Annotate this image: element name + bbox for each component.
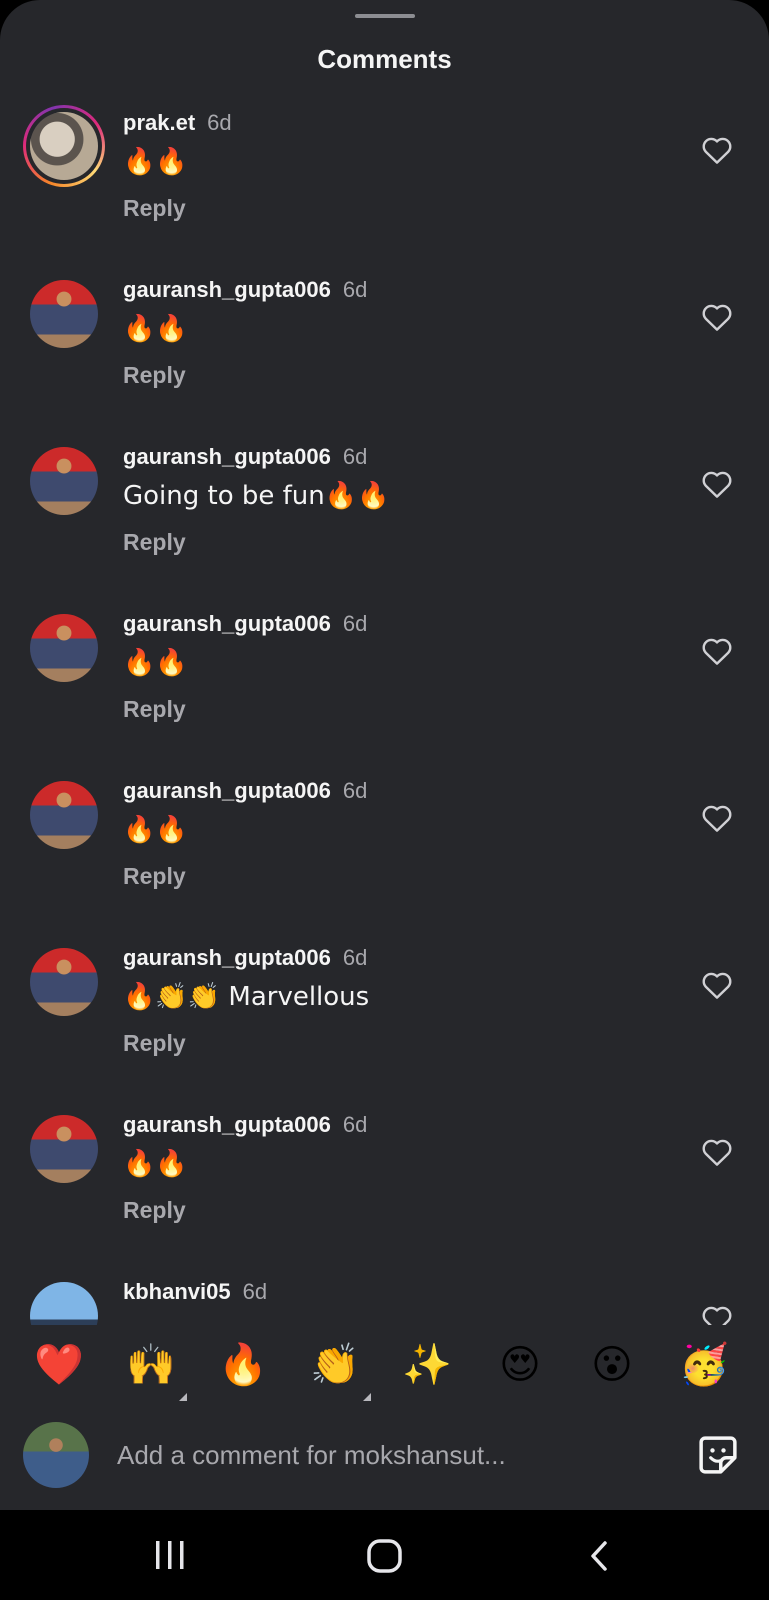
comment-username[interactable]: gauransh_gupta006	[123, 277, 331, 302]
comment-time: 6d	[242, 1279, 268, 1304]
comment-text: 🔥🔥	[123, 648, 188, 678]
clapping-reaction-button[interactable]: 👏	[305, 1335, 371, 1401]
surprised-reaction-button[interactable]: 😮	[582, 1335, 642, 1395]
skin-tone-indicator	[179, 1393, 187, 1401]
heart-outline-icon[interactable]	[701, 469, 733, 499]
avatar[interactable]	[30, 948, 98, 1016]
comment-text: 🔥👏👏 Marvellous	[123, 982, 370, 1012]
current-user-avatar	[23, 1422, 89, 1488]
comment-input[interactable]	[117, 1435, 587, 1475]
comment-text: Going to be fun🔥🔥	[123, 481, 390, 511]
party-reaction-button[interactable]: 🥳	[674, 1335, 734, 1395]
comment-username[interactable]: gauransh_gupta006	[123, 611, 331, 636]
comment-username[interactable]: gauransh_gupta006	[123, 444, 331, 469]
comment-item: gauransh_gupta006 6d Going to be fun🔥🔥 Re…	[0, 434, 769, 584]
clapping-emoji: 👏	[310, 1342, 360, 1388]
home-icon[interactable]	[365, 1538, 405, 1574]
comments-sheet: Comments prak.et 6d 🔥🔥 Reply gauransh_gup…	[0, 0, 769, 1510]
avatar[interactable]	[30, 1282, 98, 1325]
comment-username[interactable]: kbhanvi05	[123, 1279, 231, 1304]
recent-apps-icon[interactable]	[152, 1538, 188, 1572]
comment-text: 🔥🔥	[123, 314, 188, 344]
comment-item: gauransh_gupta006 6d 🔥🔥 Reply	[0, 768, 769, 918]
heart-reaction-button[interactable]: ❤️	[29, 1335, 89, 1395]
comment-time: 6d	[207, 110, 232, 135]
comment-item: kbhanvi05 6d	[0, 1269, 769, 1325]
drag-handle[interactable]	[355, 14, 415, 18]
reply-button[interactable]: Reply	[123, 863, 186, 890]
skin-tone-indicator	[363, 1393, 371, 1401]
avatar[interactable]	[30, 781, 98, 849]
avatar[interactable]	[30, 614, 98, 682]
avatar[interactable]	[30, 447, 98, 515]
avatar-photo	[30, 112, 98, 180]
heart-outline-icon[interactable]	[701, 636, 733, 666]
comment-text: 🔥🔥	[123, 147, 188, 177]
comment-time: 6d	[342, 277, 368, 302]
comment-item: gauransh_gupta006 6d 🔥🔥 Reply	[0, 267, 769, 417]
reply-button[interactable]: Reply	[123, 1030, 186, 1057]
heart-eyes-reaction-button[interactable]: 😍	[490, 1335, 550, 1395]
avatar[interactable]	[30, 280, 98, 348]
heart-outline-icon[interactable]	[701, 803, 733, 833]
comment-username[interactable]: gauransh_gupta006	[123, 1112, 331, 1137]
comment-text: 🔥🔥	[123, 1149, 188, 1179]
avatar[interactable]	[30, 1115, 98, 1183]
sticker-icon[interactable]	[696, 1433, 740, 1477]
reply-button[interactable]: Reply	[123, 529, 186, 556]
raising-hands-emoji: 🙌	[126, 1342, 176, 1388]
heart-outline-icon[interactable]	[701, 135, 733, 165]
sheet-title: Comments	[317, 44, 452, 74]
comment-time: 6d	[342, 778, 368, 803]
heart-outline-icon[interactable]	[701, 1137, 733, 1167]
comment-username[interactable]: gauransh_gupta006	[123, 945, 331, 970]
heart-outline-icon[interactable]	[701, 302, 733, 332]
comment-time: 6d	[342, 611, 368, 636]
comment-list[interactable]: prak.et 6d 🔥🔥 Reply gauransh_gupta006 6d 🔥…	[0, 100, 769, 1325]
quick-reactions-bar: ❤️ 🙌 🔥 👏 ✨ 😍 😮 🥳	[0, 1335, 769, 1405]
heart-outline-icon[interactable]	[701, 1304, 733, 1325]
system-navigation-bar	[0, 1510, 769, 1600]
comment-item: gauransh_gupta006 6d 🔥🔥 Reply	[0, 601, 769, 751]
comment-time: 6d	[342, 1112, 368, 1137]
comment-item: prak.et 6d 🔥🔥 Reply	[0, 100, 769, 250]
back-icon[interactable]	[585, 1538, 619, 1574]
reply-button[interactable]: Reply	[123, 1197, 186, 1224]
avatar[interactable]	[23, 105, 105, 187]
comment-item: gauransh_gupta006 6d 🔥👏👏 Marvellous Reply	[0, 935, 769, 1085]
reply-button[interactable]: Reply	[123, 696, 186, 723]
comment-item: gauransh_gupta006 6d 🔥🔥 Reply	[0, 1102, 769, 1252]
comment-time: 6d	[342, 444, 368, 469]
raising-hands-reaction-button[interactable]: 🙌	[121, 1335, 187, 1401]
reply-button[interactable]: Reply	[123, 362, 186, 389]
comment-username[interactable]: gauransh_gupta006	[123, 778, 331, 803]
fire-reaction-button[interactable]: 🔥	[213, 1335, 273, 1395]
comment-time: 6d	[342, 945, 368, 970]
reply-button[interactable]: Reply	[123, 195, 186, 222]
heart-outline-icon[interactable]	[701, 970, 733, 1000]
comment-text: 🔥🔥	[123, 815, 188, 845]
sparkles-reaction-button[interactable]: ✨	[397, 1335, 457, 1395]
comment-username[interactable]: prak.et	[123, 110, 195, 135]
comment-composer	[0, 1415, 769, 1495]
